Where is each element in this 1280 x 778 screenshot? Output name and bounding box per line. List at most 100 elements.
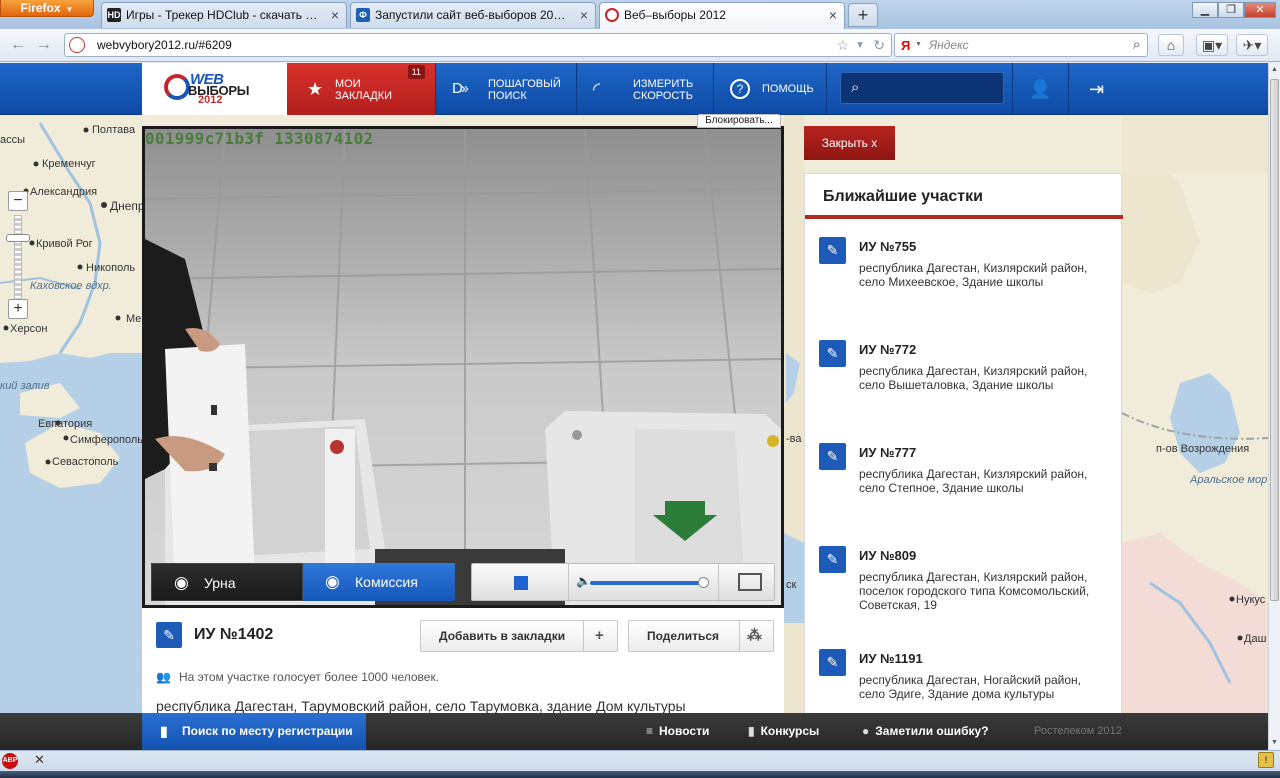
firefox-menu-button[interactable]: Firefox ▼ — [0, 0, 94, 17]
search-icon[interactable]: ⌕ — [1133, 36, 1141, 53]
map-label: кий залив — [0, 380, 50, 392]
people-icon: 👥 — [156, 670, 171, 684]
close-addon-bar-icon[interactable]: ✕ — [34, 752, 45, 768]
nearby-station-link[interactable]: ИУ №772 — [859, 342, 916, 357]
map-label: Кривой Рог — [36, 238, 93, 250]
station-title: ИУ №1402 — [194, 626, 274, 643]
zoom-slider[interactable] — [14, 215, 22, 301]
browser-search-bar[interactable]: Я ▼ Яндекс ⌕ — [894, 33, 1148, 57]
close-video-button[interactable]: Закрыть x — [804, 126, 895, 160]
list-icon: ≡ — [646, 724, 654, 738]
search-by-registration-button[interactable]: ▮ Поиск по месту регистрации — [142, 713, 366, 750]
add-bookmark-button[interactable]: Добавить в закладки + — [420, 620, 618, 652]
button-divider — [739, 621, 740, 651]
map-label: Симферополь — [70, 434, 143, 446]
close-window-button[interactable]: ✕ — [1244, 2, 1276, 18]
new-tab-button[interactable]: + — [848, 3, 878, 27]
close-tab-icon[interactable]: × — [331, 3, 339, 27]
nav-my-bookmarks[interactable]: ★ МОИ ЗАКЛАДКИ 11 — [287, 63, 435, 115]
browser-tab[interactable]: Ф Запустили сайт веб-выборов 2012 -... × — [350, 2, 596, 28]
video-control-bar: ◉ Урна ◉ Комиссия 🔈 — [145, 559, 781, 605]
fullscreen-icon[interactable] — [738, 573, 762, 591]
ballot-box-icon: ✎ — [156, 622, 182, 648]
map-zoom-control: − + — [6, 191, 30, 321]
webcam-icon: ◉ — [325, 572, 340, 591]
plus-icon: + — [595, 627, 604, 644]
footer-copyright: Ростелеком 2012 — [1034, 725, 1122, 737]
browser-tab[interactable]: HD Игры - Трекер HDClub - скачать бе... … — [101, 2, 347, 28]
volume-slider-knob[interactable] — [698, 577, 709, 588]
nearby-station-address: республика Дагестан, Кизлярский район, с… — [859, 467, 1088, 495]
scroll-up-icon[interactable]: ▲ — [1269, 63, 1280, 77]
site-footer: ▮ Поиск по месту регистрации ≡ Новости ▮ К… — [0, 713, 1268, 750]
footer-contests-link[interactable]: ▮ Конкурсы — [748, 713, 819, 750]
footer-news-link[interactable]: ≡ Новости — [646, 713, 709, 750]
scrollbar-thumb[interactable] — [1270, 79, 1279, 601]
nearby-station-item[interactable]: ✎ ИУ №755 республика Дагестан, Кизлярски… — [805, 237, 1123, 340]
map-label: ск — [786, 579, 797, 591]
notification-icon[interactable]: ! — [1258, 752, 1274, 768]
site-search-input[interactable]: ⌕ — [840, 72, 1004, 104]
site-logo[interactable]: WEB ВЫБОРЫ 2012 — [142, 63, 287, 115]
zoom-in-button[interactable]: + — [8, 299, 28, 319]
nearby-station-link[interactable]: ИУ №1191 — [859, 651, 923, 666]
site-identity-icon[interactable] — [69, 37, 85, 53]
map-label: Аральское мор — [1189, 474, 1267, 486]
zoom-out-button[interactable]: − — [8, 191, 28, 211]
ballot-box-icon: ✎ — [819, 546, 846, 573]
stop-button[interactable] — [514, 576, 528, 590]
logout-button[interactable]: ⇥ — [1068, 63, 1124, 115]
camera-tab-urn[interactable]: ◉ Урна — [151, 563, 303, 601]
map-label: Кременчуг — [42, 158, 96, 170]
user-profile-button[interactable]: 👤 — [1012, 63, 1068, 115]
back-arrow-icon[interactable]: ← — [6, 34, 30, 56]
share-button[interactable]: Поделиться ⁂ — [628, 620, 774, 652]
nearby-station-item[interactable]: ✎ ИУ №809 республика Дагестан, Кизлярски… — [805, 546, 1123, 649]
nearby-station-item[interactable]: ✎ ИУ №772 республика Дагестан, Кизлярски… — [805, 340, 1123, 443]
extension-icon[interactable]: ✈▾ — [1236, 34, 1268, 56]
url-dropdown-icon[interactable]: ▼ — [855, 40, 865, 51]
nav-step-search[interactable]: D›› ПОШАГОВЫЙ ПОИСК — [436, 63, 576, 115]
page-scrollbar[interactable]: ▲ ▼ — [1268, 63, 1280, 750]
nav-help[interactable]: ? ПОМОЩЬ — [714, 63, 826, 115]
nearby-station-link[interactable]: ИУ №777 — [859, 445, 916, 460]
close-tab-icon[interactable]: × — [580, 3, 588, 27]
nearby-station-link[interactable]: ИУ №755 — [859, 239, 916, 254]
home-icon[interactable]: ⌂ — [1158, 34, 1184, 56]
web-page: Полтава ассы Кременчуг Александрия Днепр… — [0, 63, 1268, 750]
browser-tab-active[interactable]: Веб–выборы 2012 × — [599, 2, 845, 29]
map-label: ассы — [0, 134, 25, 146]
bookmarks-menu-icon[interactable]: ▣▾ — [1196, 34, 1228, 56]
footer-report-error-link[interactable]: ● Заметили ошибку? — [862, 713, 989, 750]
zoom-slider-thumb[interactable] — [6, 234, 30, 242]
volume-slider[interactable] — [590, 581, 702, 585]
map-label: п-ов Возрождения — [1156, 443, 1249, 455]
yandex-icon[interactable]: Я — [901, 38, 910, 53]
block-camera-button[interactable]: Блокировать... — [697, 114, 781, 128]
adblock-icon[interactable]: ABP — [2, 753, 18, 769]
url-bar[interactable]: webvybory2012.ru/#6209 ☆ ▼ ↻ — [64, 33, 892, 57]
map-label: Днепр — [110, 199, 145, 213]
player-controls: 🔈 — [471, 563, 775, 602]
hdclub-favicon-icon: HD — [107, 8, 121, 22]
minimize-window-button[interactable]: ▁ — [1192, 2, 1218, 18]
bookmark-star-icon[interactable]: ☆ — [836, 37, 849, 54]
camera-id-overlay: 001999c71b3f 1330874102 — [145, 129, 374, 148]
forward-arrow-icon[interactable]: → — [32, 34, 56, 56]
volume-icon[interactable]: 🔈 — [576, 574, 591, 588]
map-label: Херсон — [10, 323, 47, 335]
webcam-video-stream[interactable] — [145, 129, 781, 605]
title-underline — [805, 215, 1123, 219]
nearby-station-link[interactable]: ИУ №809 — [859, 548, 916, 563]
reload-icon[interactable]: ↻ — [873, 37, 885, 54]
map-label: Нукус — [1236, 594, 1266, 606]
camera-tab-commission[interactable]: ◉ Комиссия — [303, 563, 455, 601]
nav-measure-speed[interactable]: ◜ ИЗМЕРИТЬ СКОРОСТЬ — [577, 63, 713, 115]
engine-dropdown-icon[interactable]: ▼ — [915, 41, 922, 48]
close-tab-icon[interactable]: × — [829, 3, 837, 27]
map-label: Александрия — [30, 186, 97, 198]
restore-window-button[interactable]: ❐ — [1218, 2, 1244, 18]
user-icon: 👤 — [1029, 79, 1052, 99]
nearby-station-item[interactable]: ✎ ИУ №777 республика Дагестан, Кизлярски… — [805, 443, 1123, 546]
scroll-down-icon[interactable]: ▼ — [1269, 736, 1280, 750]
